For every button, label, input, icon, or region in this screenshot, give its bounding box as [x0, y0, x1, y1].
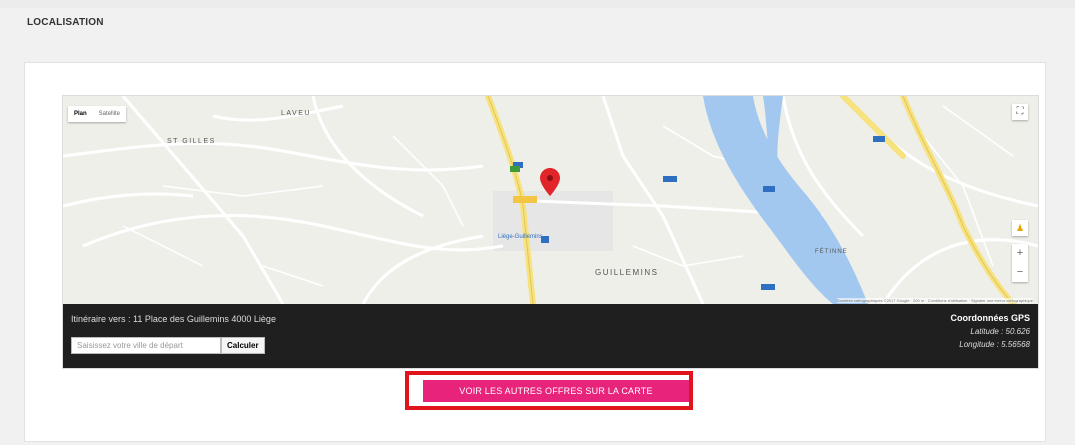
calculate-button[interactable]: Calculer [221, 337, 265, 354]
map-frame: Plan Satellite LAVEU ST GILLES GUILLEMIN… [62, 95, 1039, 369]
station-label: Liège-Guillemins [498, 234, 543, 240]
map-view[interactable]: Plan Satellite LAVEU ST GILLES GUILLEMIN… [63, 96, 1038, 304]
map-type-control: Plan Satellite [68, 106, 127, 122]
route-form: Calculer [71, 337, 265, 354]
gps-longitude: Longitude : 5.56568 [959, 340, 1030, 349]
map-tiles [63, 96, 1038, 304]
section-title: LOCALISATION [27, 17, 104, 28]
gps-panel: Coordonnées GPS Latitude : 50.626 Longit… [950, 312, 1030, 351]
route-info-bar: Itinéraire vers : 11 Place des Guillemin… [63, 304, 1038, 368]
location-card: Plan Satellite LAVEU ST GILLES GUILLEMIN… [24, 62, 1046, 442]
place-label: ST GILLES [167, 138, 216, 145]
gps-latitude: Latitude : 50.626 [970, 327, 1030, 336]
zoom-control: + − [1012, 244, 1028, 282]
map-attribution: Données cartographiques ©2017 Google · 2… [836, 298, 1033, 303]
zoom-in-icon[interactable]: + [1012, 244, 1028, 263]
map-type-plan[interactable]: Plan [68, 106, 93, 122]
place-label: GUILLEMINS [595, 268, 659, 277]
fullscreen-icon[interactable]: ⛶ [1012, 104, 1028, 120]
gps-title: Coordonnées GPS [950, 313, 1030, 323]
view-other-offers-button[interactable]: VOIR LES AUTRES OFFRES SUR LA CARTE [423, 380, 689, 402]
top-strip [0, 0, 1075, 8]
itinerary-text: Itinéraire vers : 11 Place des Guillemin… [71, 314, 276, 324]
place-label: LAVEU [281, 110, 311, 117]
map-type-satellite[interactable]: Satellite [93, 106, 126, 122]
zoom-out-icon[interactable]: − [1012, 263, 1028, 282]
place-label: FÉTINNE [815, 249, 848, 255]
street-view-icon[interactable]: ♟ [1012, 220, 1028, 236]
departure-input[interactable] [71, 337, 221, 354]
